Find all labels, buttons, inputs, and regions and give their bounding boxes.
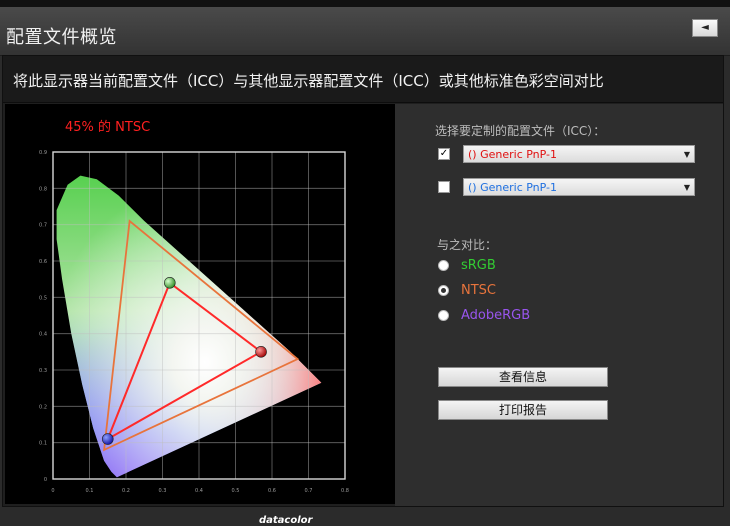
y-tick-label: 0.8: [39, 186, 47, 192]
compare-adobergb-radio[interactable]: [438, 310, 449, 321]
y-tick-label: 0.2: [39, 404, 47, 410]
horseshoe-highlight: [56, 175, 322, 478]
x-tick-label: 0.3: [159, 488, 167, 494]
profile-select-label: 选择要定制的配置文件（ICC）：: [435, 124, 606, 138]
panel-subheader: 将此显示器当前配置文件（ICC）与其他显示器配置文件（ICC）或其他标准色彩空间…: [3, 56, 723, 103]
chromaticity-horseshoe: [56, 175, 322, 478]
y-tick-label: 0.7: [39, 223, 47, 229]
chevron-down-icon: ▼: [683, 150, 690, 159]
profile-1-checkbox[interactable]: ✓: [438, 148, 450, 160]
x-tick-label: 0.4: [195, 488, 203, 494]
top-strip: [0, 0, 730, 7]
datacolor-logo: datacolor: [259, 515, 313, 526]
green-primary-point: [164, 277, 176, 289]
y-tick-label: 0.4: [39, 332, 47, 338]
print-report-button[interactable]: 打印报告: [438, 400, 608, 420]
page-title: 配置文件概览: [6, 27, 117, 48]
compare-label: 与之对比：: [437, 238, 498, 252]
x-tick-label: 0.8: [341, 488, 349, 494]
blue-primary-point: [101, 433, 114, 445]
subheader-text: 将此显示器当前配置文件（ICC）与其他显示器配置文件（ICC）或其他标准色彩空间…: [13, 72, 604, 90]
header-bar: 配置文件概览 ◄: [0, 7, 730, 56]
chevron-down-icon: ▼: [683, 183, 690, 192]
red-primary-point: [255, 346, 267, 358]
view-info-button[interactable]: 查看信息: [438, 367, 608, 387]
x-tick-label: 0: [51, 488, 54, 494]
x-tick-label: 0.6: [268, 488, 276, 494]
x-tick-label: 0.2: [122, 488, 130, 494]
y-tick-label: 0: [44, 477, 47, 483]
y-tick-label: 0.5: [39, 295, 47, 301]
y-tick-label: 0.1: [39, 441, 47, 447]
chromaticity-chart-area: 45% 的 NTSC 0 0.1 0.2 0.3 0.4 0.5 0.6 0.7…: [5, 104, 395, 526]
cie-diagram: 0 0.1 0.2 0.3 0.4 0.5 0.6 0.7 0.8 0 0.1 0.2 0.3 0.4 0.…: [39, 150, 349, 494]
y-tick-label: 0.3: [39, 368, 47, 374]
compare-ntsc-radio[interactable]: [438, 285, 449, 296]
profile-1-select[interactable]: () Generic PnP-1 ▼: [463, 145, 695, 163]
x-tick-label: 0.1: [86, 488, 94, 494]
x-tick-label: 0.7: [305, 488, 313, 494]
compare-srgb-radio[interactable]: [438, 260, 449, 271]
settings-pane: 选择要定制的配置文件（ICC）： ✓ () Generic PnP-1 ▼ ()…: [395, 104, 723, 506]
collapse-button[interactable]: ◄: [692, 19, 718, 37]
profile-2-value: () Generic PnP-1: [468, 181, 558, 194]
y-tick-label: 0.9: [39, 150, 47, 156]
profile-panel: 将此显示器当前配置文件（ICC）与其他显示器配置文件（ICC）或其他标准色彩空间…: [2, 55, 724, 526]
profile-2-checkbox[interactable]: [438, 181, 450, 193]
profile-1-value: () Generic PnP-1: [468, 148, 558, 161]
x-tick-label: 0.5: [232, 488, 240, 494]
compare-srgb-label[interactable]: sRGB: [461, 258, 496, 273]
compare-adobergb-label[interactable]: AdobeRGB: [461, 308, 530, 323]
y-tick-label: 0.6: [39, 259, 47, 265]
profile-2-select[interactable]: () Generic PnP-1 ▼: [463, 178, 695, 196]
compare-ntsc-label[interactable]: NTSC: [461, 283, 496, 298]
